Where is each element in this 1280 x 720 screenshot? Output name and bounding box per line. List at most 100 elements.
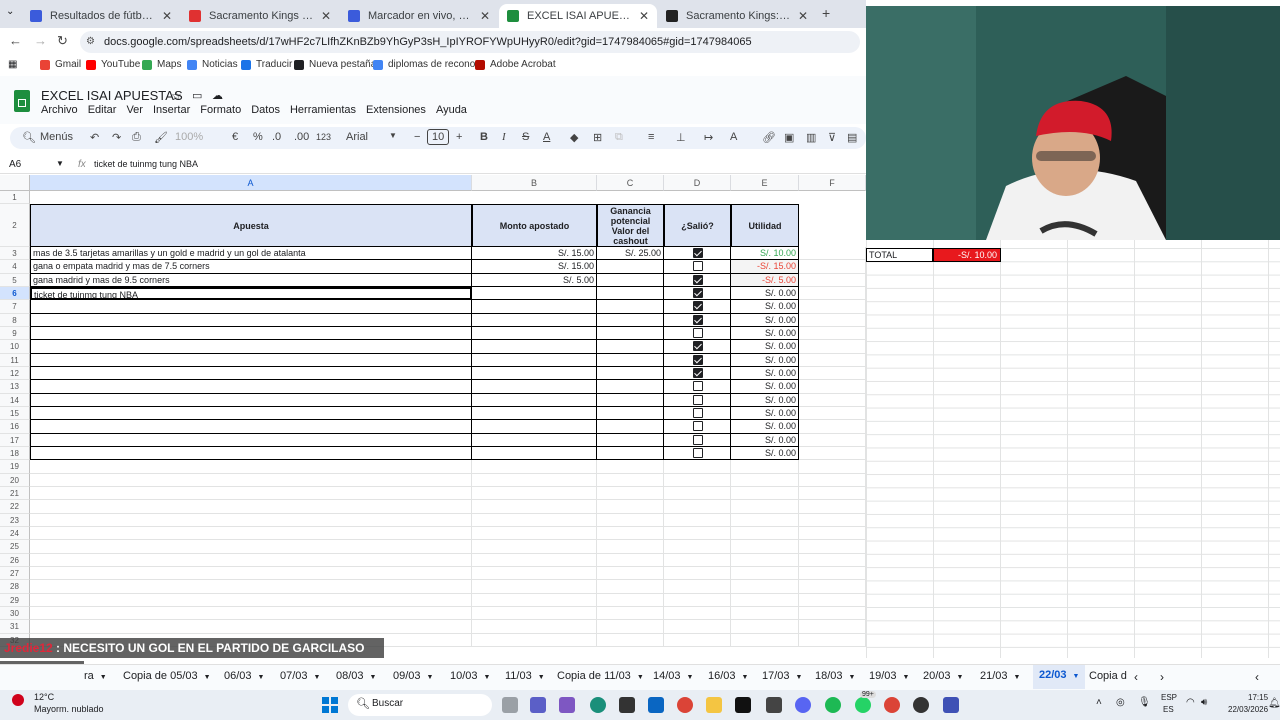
sheet-tab-menu-icon[interactable]: ▼ bbox=[903, 674, 910, 681]
print-icon[interactable]: ⎙ bbox=[132, 131, 141, 144]
cell-e[interactable]: S/. 0.00 bbox=[731, 406, 799, 421]
cell-f[interactable] bbox=[799, 300, 866, 314]
empty-cell[interactable] bbox=[30, 513, 472, 527]
cell-f[interactable] bbox=[799, 393, 866, 407]
vertical-align-icon[interactable]: ⊥ bbox=[676, 131, 686, 144]
decrease-decimal-button[interactable]: .0 bbox=[272, 131, 281, 143]
cell-c[interactable] bbox=[597, 366, 664, 381]
empty-cell[interactable] bbox=[597, 620, 664, 634]
row-header[interactable]: 19 bbox=[0, 460, 30, 474]
empty-cell[interactable] bbox=[799, 593, 866, 607]
empty-cell[interactable] bbox=[30, 526, 472, 541]
sheet-tab-menu-icon[interactable]: ▼ bbox=[314, 674, 321, 681]
empty-cell[interactable] bbox=[664, 620, 731, 634]
currency-format-button[interactable]: € bbox=[232, 131, 238, 143]
task-view-icon[interactable] bbox=[502, 697, 518, 713]
cell-b[interactable]: S/. 5.00 bbox=[472, 273, 597, 287]
sheet-tab[interactable]: 10/03 ▼ bbox=[450, 670, 490, 682]
browser-tab[interactable]: Resultados de fútbol en directo ✕ bbox=[22, 4, 180, 28]
header-cell-c[interactable]: Ganancia potencial Valor del cashout bbox=[597, 204, 664, 247]
row-header[interactable]: 11 bbox=[0, 353, 30, 367]
sheet-tab[interactable]: 11/03 ▼ bbox=[505, 670, 545, 682]
row-header[interactable]: 15 bbox=[0, 406, 30, 421]
empty-cell[interactable] bbox=[472, 633, 597, 647]
checkbox[interactable] bbox=[692, 248, 703, 258]
cell-b[interactable] bbox=[472, 380, 597, 394]
row-header[interactable]: 5 bbox=[0, 273, 30, 287]
sheet-tab-menu-icon[interactable]: ▼ bbox=[100, 674, 107, 681]
empty-cell[interactable] bbox=[597, 633, 664, 647]
header-cell-b[interactable]: Monto apostado bbox=[472, 204, 597, 247]
discord-icon[interactable] bbox=[795, 697, 811, 713]
sheet-tab-menu-icon[interactable]: ▼ bbox=[742, 674, 749, 681]
cell-c[interactable]: S/. 25.00 bbox=[597, 247, 664, 261]
empty-cell[interactable] bbox=[731, 460, 799, 474]
checkbox[interactable] bbox=[692, 421, 703, 432]
cell-a[interactable] bbox=[30, 326, 472, 341]
cell-d[interactable] bbox=[664, 286, 731, 301]
cell-b[interactable] bbox=[472, 286, 597, 301]
empty-cell[interactable] bbox=[30, 593, 472, 607]
menu-item-herramientas[interactable]: Herramientas bbox=[290, 104, 356, 116]
cell-e[interactable]: S/. 0.00 bbox=[731, 420, 799, 434]
reload-icon[interactable]: ↻ bbox=[57, 33, 68, 49]
sheet-tab-menu-icon[interactable]: ▼ bbox=[258, 674, 265, 681]
cell-e[interactable]: S/. 0.00 bbox=[731, 300, 799, 314]
row-header[interactable]: 30 bbox=[0, 606, 30, 621]
empty-cell[interactable] bbox=[597, 580, 664, 594]
row-header[interactable]: 13 bbox=[0, 380, 30, 394]
sheet-tab-menu-icon[interactable]: ▼ bbox=[370, 674, 377, 681]
row-header[interactable]: 31 bbox=[0, 620, 30, 634]
checkbox[interactable] bbox=[692, 287, 703, 298]
cell-c[interactable] bbox=[597, 433, 664, 447]
empty-cell[interactable] bbox=[731, 580, 799, 594]
tab-close-icon[interactable]: ✕ bbox=[321, 9, 331, 23]
empty-cell[interactable] bbox=[731, 593, 799, 607]
clock-date[interactable]: 22/03/2026 bbox=[1228, 705, 1268, 714]
cell-c[interactable] bbox=[597, 260, 664, 274]
cell-b[interactable] bbox=[472, 353, 597, 367]
cell-d[interactable] bbox=[664, 433, 731, 447]
move-folder-icon[interactable]: ▭ bbox=[192, 89, 202, 102]
menu-item-datos[interactable]: Datos bbox=[251, 104, 280, 116]
redo-icon[interactable]: ↷ bbox=[112, 131, 121, 144]
number-format-button[interactable]: 123 bbox=[316, 132, 331, 142]
cell-e[interactable]: -S/. 15.00 bbox=[731, 260, 799, 274]
cell-c[interactable] bbox=[597, 286, 664, 301]
empty-cell[interactable] bbox=[472, 473, 597, 487]
strikethrough-icon[interactable]: S bbox=[522, 131, 529, 143]
cell-f[interactable] bbox=[799, 340, 866, 354]
font-size-input[interactable]: 10 bbox=[427, 129, 450, 145]
empty-cell[interactable] bbox=[597, 526, 664, 541]
menu-item-archivo[interactable]: Archivo bbox=[41, 104, 78, 116]
lang-code[interactable]: ESP bbox=[1161, 693, 1177, 702]
row-header[interactable]: 23 bbox=[0, 513, 30, 527]
row-header[interactable]: 12 bbox=[0, 366, 30, 381]
cell-d[interactable] bbox=[664, 340, 731, 354]
empty-cell[interactable] bbox=[597, 473, 664, 487]
empty-cell[interactable] bbox=[799, 486, 866, 501]
tab-close-icon[interactable]: ✕ bbox=[162, 9, 172, 23]
explore-collapse-icon[interactable]: ‹ bbox=[1255, 670, 1259, 684]
back-icon[interactable]: ← bbox=[9, 33, 22, 48]
cell-b[interactable] bbox=[472, 326, 597, 341]
checkbox[interactable] bbox=[692, 274, 703, 285]
cell-a[interactable]: gana madrid y mas de 9.5 corners bbox=[30, 273, 472, 287]
row-header[interactable]: 26 bbox=[0, 553, 30, 567]
epic-games-icon[interactable] bbox=[766, 697, 782, 713]
checkbox[interactable] bbox=[692, 434, 703, 445]
empty-cell[interactable] bbox=[799, 633, 866, 647]
cell-a[interactable] bbox=[30, 406, 472, 421]
menu-item-extensiones[interactable]: Extensiones bbox=[366, 104, 426, 116]
url-input[interactable]: ⚙ docs.google.com/spreadsheets/d/17wHF2c… bbox=[80, 31, 860, 53]
empty-cell[interactable] bbox=[664, 500, 731, 514]
fill-color-icon[interactable]: ◆ bbox=[570, 131, 578, 144]
cell-a[interactable]: gana o empata madrid y mas de 7.5 corner… bbox=[30, 260, 472, 274]
column-header[interactable]: C bbox=[597, 175, 664, 191]
cell-a[interactable]: mas de 3.5 tarjetas amarillas y un gold … bbox=[30, 247, 472, 261]
empty-cell[interactable] bbox=[799, 606, 866, 621]
font-chevron-icon[interactable]: ▼ bbox=[389, 131, 397, 140]
cell-e[interactable]: S/. 0.00 bbox=[731, 366, 799, 381]
cell-f[interactable] bbox=[799, 366, 866, 381]
sheet-tab-menu-icon[interactable]: ▼ bbox=[427, 674, 434, 681]
